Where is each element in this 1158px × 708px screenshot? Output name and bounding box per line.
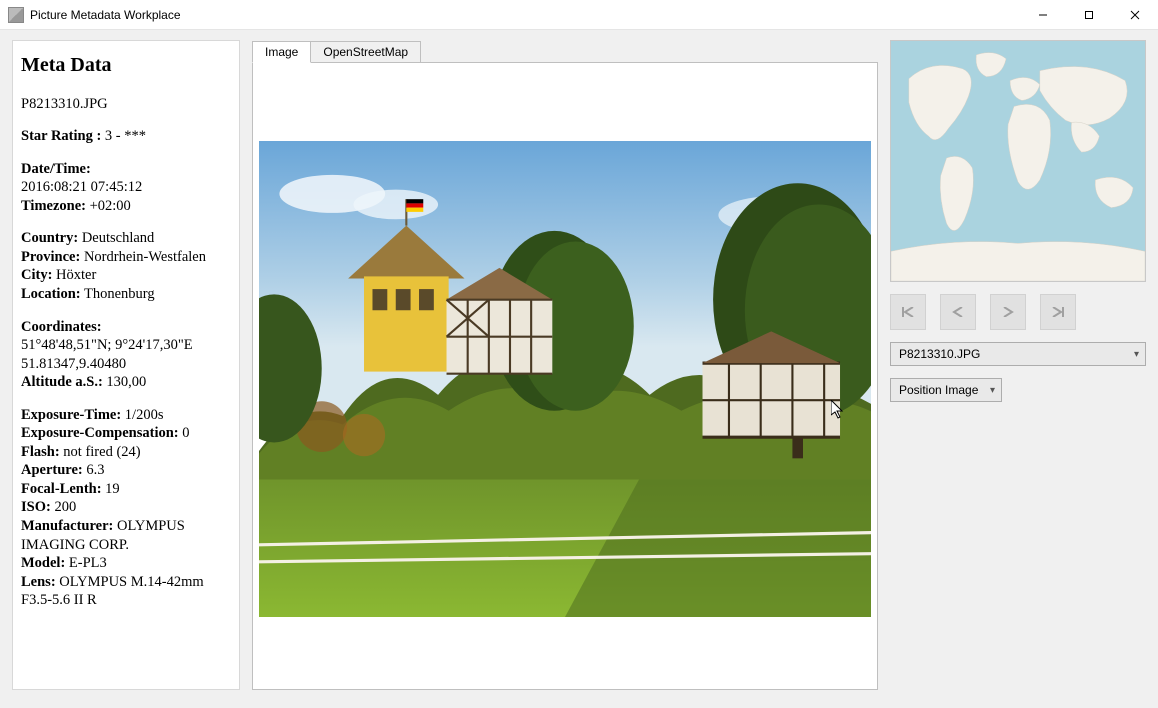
- exposure-value: 1/200s: [125, 407, 164, 423]
- star-rating-row: Star Rating : 3 - ***: [21, 127, 231, 146]
- maximize-button[interactable]: [1066, 0, 1112, 30]
- altitude-value: 130,00: [106, 374, 146, 390]
- aperture-value: 6.3: [86, 462, 104, 478]
- datetime-label: Date/Time:: [21, 161, 91, 177]
- city-value: Höxter: [56, 267, 96, 283]
- close-button[interactable]: [1112, 0, 1158, 30]
- minimize-button[interactable]: [1020, 0, 1066, 30]
- aperture-label: Aperture:: [21, 462, 83, 478]
- tab-image[interactable]: Image: [252, 41, 311, 63]
- action-selector-value: Position Image: [899, 383, 978, 397]
- lens-label: Lens:: [21, 574, 56, 590]
- location-label: Location:: [21, 286, 81, 302]
- altitude-label: Altitude a.S.:: [21, 374, 103, 390]
- nav-next-button[interactable]: [990, 294, 1026, 330]
- coords-label: Coordinates:: [21, 319, 102, 335]
- province-label: Province:: [21, 249, 80, 265]
- camera-block: Exposure-Time: 1/200s Exposure-Compensat…: [21, 406, 231, 610]
- window-title: Picture Metadata Workplace: [30, 8, 181, 22]
- tab-body: [252, 62, 878, 690]
- nav-prev-button[interactable]: [940, 294, 976, 330]
- coords-block: Coordinates: 51°48'48,51"N; 9°24'17,30"E…: [21, 318, 231, 392]
- timezone-label: Timezone:: [21, 198, 86, 214]
- center-panel: Image OpenStreetMap: [252, 40, 878, 690]
- country-label: Country:: [21, 230, 78, 246]
- nav-first-button[interactable]: [890, 294, 926, 330]
- model-label: Model:: [21, 555, 65, 571]
- titlebar: Picture Metadata Workplace: [0, 0, 1158, 30]
- chevron-down-icon: ▾: [1134, 349, 1139, 360]
- nav-last-button[interactable]: [1040, 294, 1076, 330]
- expcomp-value: 0: [182, 425, 189, 441]
- location-block: Country: Deutschland Province: Nordrhein…: [21, 229, 231, 303]
- timezone-value: +02:00: [90, 198, 131, 214]
- focal-label: Focal-Lenth:: [21, 481, 102, 497]
- expcomp-label: Exposure-Compensation:: [21, 425, 179, 441]
- city-label: City:: [21, 267, 52, 283]
- iso-value: 200: [54, 499, 76, 515]
- coords-dec: 51.81347,9.40480: [21, 356, 126, 372]
- focal-value: 19: [105, 481, 120, 497]
- action-selector[interactable]: Position Image ▾: [890, 378, 1002, 402]
- iso-label: ISO:: [21, 499, 51, 515]
- model-value: E-PL3: [69, 555, 107, 571]
- flash-label: Flash:: [21, 444, 60, 460]
- file-selector-value: P8213310.JPG: [899, 347, 980, 361]
- file-selector[interactable]: P8213310.JPG ▾: [890, 342, 1146, 366]
- exposure-label: Exposure-Time:: [21, 407, 121, 423]
- province-value: Nordrhein-Westfalen: [84, 249, 206, 265]
- nav-button-row: [890, 294, 1146, 330]
- metadata-heading: Meta Data: [21, 53, 231, 79]
- flash-value: not fired (24): [63, 444, 140, 460]
- world-map[interactable]: [890, 40, 1146, 282]
- datetime-value: 2016:08:21 07:45:12: [21, 179, 142, 195]
- datetime-block: Date/Time: 2016:08:21 07:45:12 Timezone:…: [21, 160, 231, 216]
- metadata-panel: Meta Data P8213310.JPG Star Rating : 3 -…: [12, 40, 240, 690]
- tab-strip: Image OpenStreetMap: [252, 40, 878, 62]
- star-rating-label: Star Rating :: [21, 128, 101, 144]
- client-area: Meta Data P8213310.JPG Star Rating : 3 -…: [0, 30, 1158, 708]
- filename: P8213310.JPG: [21, 95, 231, 114]
- chevron-down-icon: ▾: [990, 385, 995, 396]
- star-rating-value: 3 - ***: [105, 128, 146, 144]
- right-panel: P8213310.JPG ▾ Position Image ▾: [890, 40, 1146, 690]
- tab-openstreetmap[interactable]: OpenStreetMap: [310, 41, 421, 63]
- country-value: Deutschland: [82, 230, 154, 246]
- image-preview: [259, 141, 871, 617]
- location-value: Thonenburg: [84, 286, 155, 302]
- coords-dms: 51°48'48,51"N; 9°24'17,30"E: [21, 337, 193, 353]
- app-icon: [8, 7, 24, 23]
- manufacturer-label: Manufacturer:: [21, 518, 113, 534]
